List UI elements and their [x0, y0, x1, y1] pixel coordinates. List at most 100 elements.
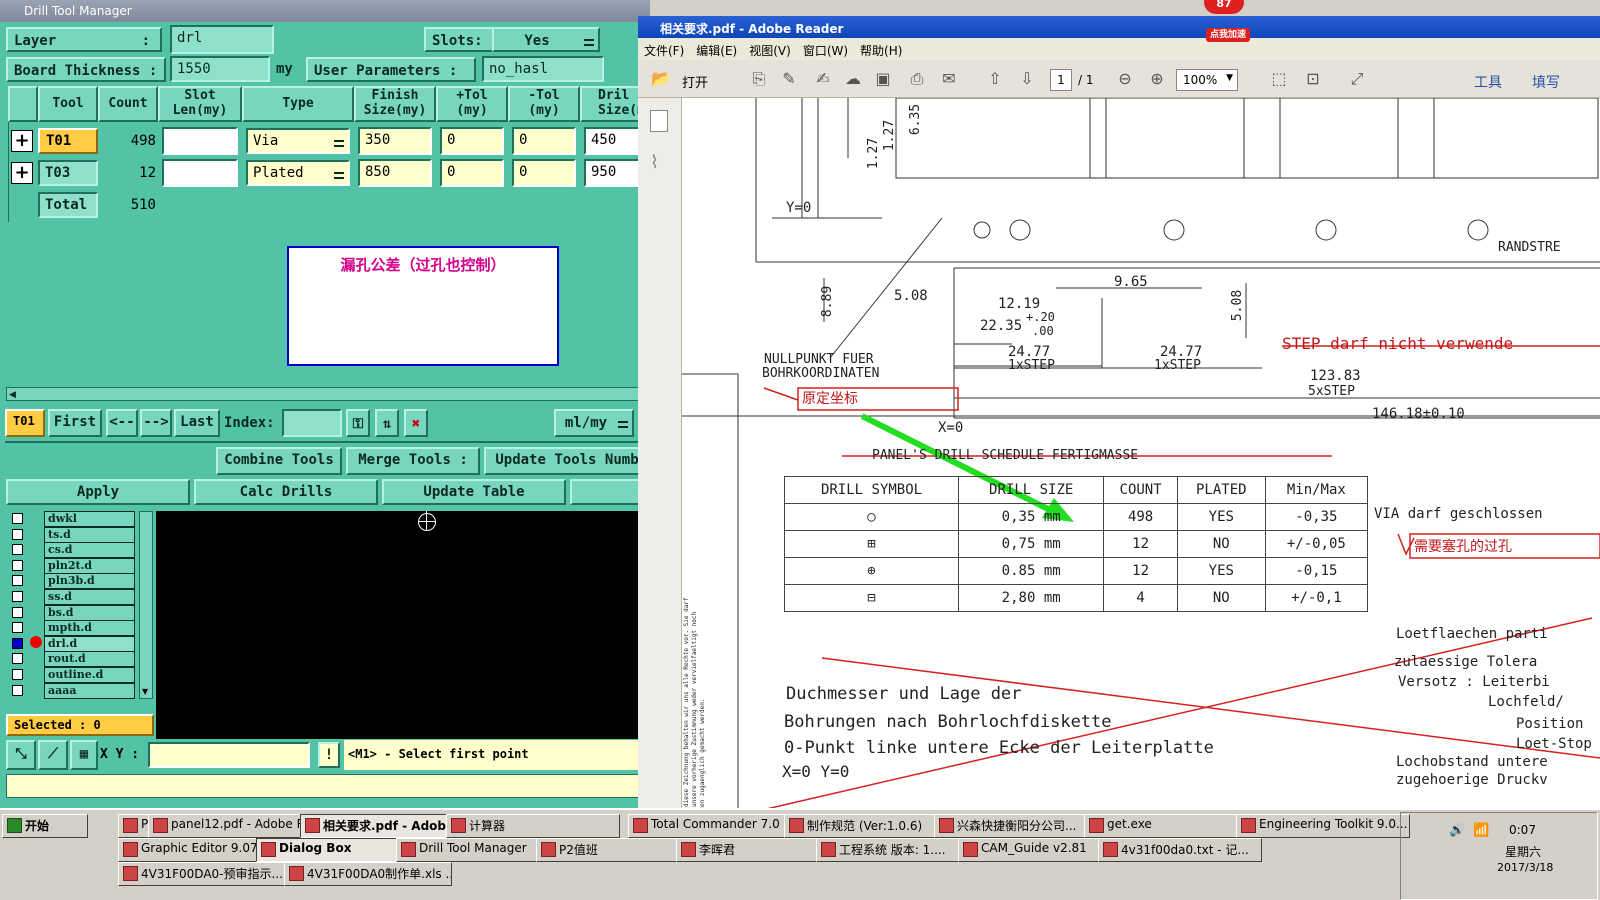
pages-panel-icon[interactable] [650, 110, 668, 132]
tool-t03[interactable]: T03 [38, 160, 98, 186]
layer-row[interactable]: ts.d [8, 526, 135, 543]
grid-icon[interactable]: ▦ [70, 740, 98, 770]
layer-input[interactable]: drl [170, 25, 274, 54]
menu-item-2[interactable]: 视图(V) [743, 38, 797, 59]
open-folder-icon[interactable]: 📂 [650, 68, 672, 90]
fullscreen-icon[interactable]: ⤢ [1346, 68, 1368, 90]
taskbar-button[interactable]: panel12.pdf - Adobe R... [148, 814, 312, 838]
user-params-input[interactable]: no_hasl [482, 56, 604, 82]
horizontal-scrollbar[interactable]: ◀ [6, 387, 650, 401]
taskbar-button[interactable]: 李晖君 [676, 838, 838, 862]
zoom-in-icon[interactable]: ⊕ [1146, 68, 1168, 90]
finish-input-t01[interactable]: 350 [358, 127, 432, 155]
attachments-icon[interactable]: ⌇ [650, 152, 659, 173]
prev-button[interactable]: <-- [106, 409, 138, 437]
layer-checkbox[interactable] [12, 669, 23, 680]
taskbar-button[interactable]: Dialog Box [256, 838, 418, 862]
xy-input[interactable] [148, 742, 310, 768]
menu-item-3[interactable]: 窗口(W) [797, 38, 854, 59]
combine-tools-button[interactable]: Combine Tools [216, 447, 342, 475]
taskbar-button[interactable]: 4V31F00DA0-预审指示.... [118, 862, 306, 886]
speed-widget[interactable]: 87 点我加速 [1184, 0, 1254, 44]
measure-icon[interactable]: ⟋ [38, 740, 68, 770]
update-table-button[interactable]: Update Table [382, 479, 566, 505]
taskbar-button[interactable]: CAM_Guide v2.81 [958, 838, 1120, 862]
ptol-input-t01[interactable]: 0 [440, 127, 504, 155]
start-button[interactable]: 开始 [2, 814, 88, 838]
menu-item-0[interactable]: 文件(F) [638, 38, 690, 59]
layer-checkbox[interactable] [12, 622, 23, 634]
expand-icon[interactable]: + [11, 162, 33, 184]
layer-checkbox[interactable] [12, 513, 23, 524]
ptol-input-t03[interactable]: 0 [440, 159, 504, 187]
taskbar-button[interactable]: 相关要求.pdf - Adob... [300, 814, 466, 838]
taskbar-button[interactable]: Graphic Editor 9.07b... [118, 838, 278, 862]
layer-row[interactable]: mpth.d [8, 620, 135, 637]
zoom-out-icon[interactable]: ⊖ [1114, 68, 1136, 90]
comment-icon[interactable]: ✍ [812, 68, 834, 90]
sign-pane-button[interactable]: 填写 [1532, 72, 1560, 92]
network-icon[interactable]: 📶 [1473, 823, 1489, 838]
page-input[interactable]: 1 [1050, 69, 1072, 91]
fit-width-icon[interactable]: ⊡ [1302, 68, 1324, 90]
type-dropdown-t03[interactable]: Plated [246, 160, 350, 186]
scroll-down-icon[interactable]: ▼ [142, 687, 148, 696]
calc-drills-button[interactable]: Calc Drills [194, 479, 378, 505]
layer-row[interactable]: outline.d [8, 667, 135, 683]
layer-row[interactable]: aaaa [8, 682, 135, 699]
type-dropdown-t01[interactable]: Via [246, 128, 350, 154]
layer-checkbox[interactable] [12, 544, 23, 556]
layer-scrollbar[interactable]: ▼ [139, 511, 153, 699]
finish-input-t03[interactable]: 850 [358, 159, 432, 187]
delete-icon[interactable]: ✖ [404, 409, 428, 437]
scroll-left-icon[interactable]: ◀ [9, 390, 16, 400]
reader-titlebar[interactable]: 相关要求.pdf - Adobe Reader [638, 16, 1600, 38]
taskbar-button[interactable]: 4V31F00DA0制作单.xls ... [284, 862, 452, 886]
sort-icon[interactable]: ⇅ [375, 409, 399, 437]
print-icon[interactable]: ⎙ [906, 68, 928, 90]
taskbar-button[interactable]: 4v31f00da0.txt - 记... [1098, 838, 1262, 862]
layer-row[interactable]: drl.d [8, 635, 135, 652]
update-tools-numbers-button[interactable]: Update Tools Numb [484, 447, 650, 475]
next-button[interactable]: --> [140, 409, 172, 437]
taskbar-button[interactable]: Drill Tool Manager [396, 838, 558, 862]
drill-manager-titlebar[interactable]: Drill Tool Manager [0, 0, 650, 22]
lock-icon[interactable]: ⚿ [346, 409, 370, 437]
board-thickness-input[interactable]: 1550 [170, 56, 270, 82]
taskbar-button[interactable]: 制作规范 (Ver:1.0.6) [784, 814, 958, 838]
tools-pane-button[interactable]: 工具 [1474, 72, 1502, 92]
layer-checkbox[interactable] [12, 591, 23, 602]
layer-row[interactable]: ss.d [8, 589, 135, 605]
apply-button[interactable]: Apply [6, 479, 190, 505]
slots-dropdown[interactable]: Yes [492, 27, 600, 52]
layer-row[interactable]: cs.d [8, 542, 135, 559]
layer-row[interactable]: rout.d [8, 651, 135, 668]
upload-icon[interactable]: ☁ [842, 68, 864, 90]
zoom-fit-icon[interactable]: ⤡ [6, 740, 36, 770]
taskbar-button[interactable]: 工程系统 版本: 1.... [816, 838, 980, 862]
layer-checkbox[interactable] [12, 606, 23, 618]
create-pdf-icon[interactable]: ⎘ [748, 68, 770, 90]
edit-icon[interactable]: ✎ [778, 68, 800, 90]
layer-row[interactable]: bs.d [8, 604, 135, 621]
layer-checkbox[interactable] [12, 559, 23, 571]
slot-len-input-t01[interactable] [162, 127, 238, 155]
zoom-dropdown[interactable]: 100% ▼ [1176, 69, 1238, 91]
open-label[interactable]: 打开 [682, 72, 708, 91]
index-input[interactable] [282, 409, 342, 437]
layer-checkbox[interactable] [12, 575, 23, 587]
taskbar-button[interactable]: 计算器 [446, 814, 620, 838]
taskbar-button[interactable]: get.exe [1084, 814, 1258, 838]
layer-row[interactable]: pln3b.d [8, 573, 135, 590]
tool-t01[interactable]: T01 [38, 128, 98, 154]
layer-checkbox[interactable] [12, 684, 23, 696]
slot-len-input-t03[interactable] [162, 159, 238, 187]
layer-checkbox[interactable] [12, 653, 23, 665]
ntol-input-t01[interactable]: 0 [512, 127, 576, 155]
prev-page-icon[interactable]: ⇧ [984, 68, 1006, 90]
menu-item-1[interactable]: 编辑(E) [690, 38, 743, 59]
layer-checkbox[interactable] [12, 637, 23, 649]
taskbar-button[interactable]: 兴森快捷衡阳分公司... [934, 814, 1106, 838]
volume-icon[interactable]: 🔊 [1449, 823, 1465, 838]
layer-checkbox[interactable] [12, 528, 23, 540]
